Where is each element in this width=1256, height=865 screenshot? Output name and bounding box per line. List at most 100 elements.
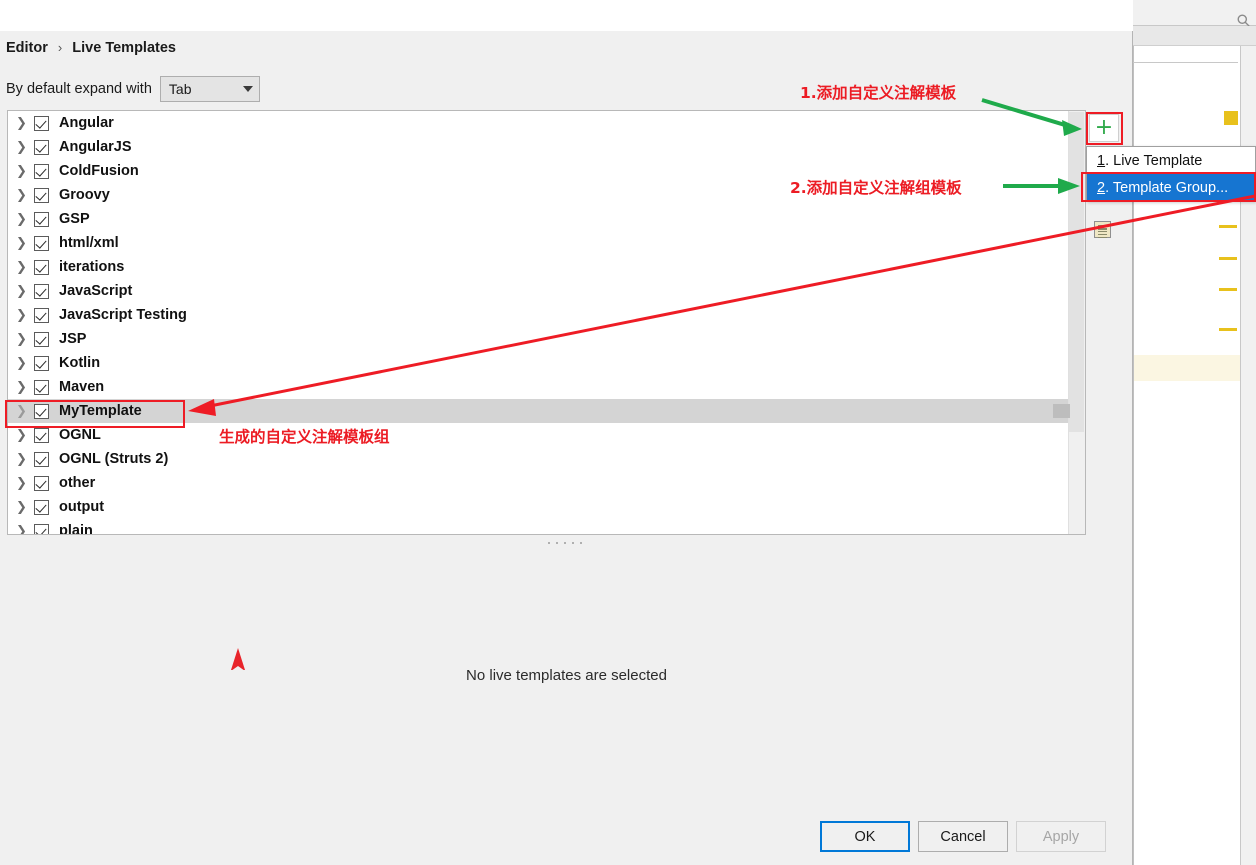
chevron-right-icon[interactable]: ❯	[16, 452, 34, 467]
tree-row-label: GSP	[59, 211, 90, 227]
tree-row-label: Maven	[59, 379, 105, 395]
tree-row[interactable]: ❯ Angular	[8, 111, 1068, 135]
tree-row-label: Angular	[59, 115, 114, 131]
live-templates-dialog: close-icon Editor › Live Templates By de…	[0, 0, 1133, 865]
ide-gutter-marker	[1219, 257, 1237, 260]
chevron-right-icon[interactable]: ❯	[16, 284, 34, 299]
tree-row-checkbox[interactable]	[34, 451, 49, 467]
tree-row-label: Groovy	[59, 187, 110, 203]
chevron-right-icon[interactable]: ❯	[16, 116, 34, 131]
apply-button: Apply	[1016, 821, 1106, 852]
ide-gutter-marker	[1219, 288, 1237, 291]
empty-state-message: No live templates are selected	[466, 667, 667, 684]
ide-gutter-marker	[1219, 328, 1237, 331]
tree-row-label: AngularJS	[59, 139, 132, 155]
ide-secondary-toolbar	[1133, 26, 1256, 46]
tree-row[interactable]: ❯ other	[8, 471, 1068, 495]
tree-row-label: JavaScript	[59, 283, 133, 299]
chevron-right-icon[interactable]: ❯	[16, 380, 34, 395]
chevron-right-icon[interactable]: ❯	[16, 428, 34, 443]
chevron-right-icon[interactable]: ❯	[16, 212, 34, 227]
tree-row-checkbox[interactable]	[34, 379, 49, 395]
chevron-right-icon[interactable]: ❯	[16, 188, 34, 203]
ide-editor-marker-square	[1224, 111, 1238, 125]
chevron-right-icon[interactable]: ❯	[16, 236, 34, 251]
tree-row-checkbox[interactable]	[34, 187, 49, 203]
tree-row-label: html/xml	[59, 235, 119, 251]
expand-with-value: Tab	[168, 81, 192, 97]
tree-row-label: Kotlin	[59, 355, 101, 371]
annotation-note-3: 生成的自定义注解模板组	[219, 428, 390, 446]
chevron-right-icon[interactable]: ❯	[16, 356, 34, 371]
breadcrumb-parent[interactable]: Editor	[6, 40, 48, 56]
chevron-right-icon[interactable]: ❯	[16, 476, 34, 491]
chevron-right-icon[interactable]: ❯	[16, 524, 34, 535]
tree-row-checkbox[interactable]	[34, 427, 49, 443]
tree-row[interactable]: ❯ html/xml	[8, 231, 1068, 255]
splitter-handle[interactable]	[548, 540, 582, 546]
ide-gutter-marker	[1219, 225, 1237, 228]
tree-row-label: JavaScript Testing	[59, 307, 187, 323]
tree-row-label: JSP	[59, 331, 87, 347]
menu-item-mnemonic: 1	[1097, 152, 1106, 169]
annotation-note-1: 1.添加自定义注解模板	[800, 84, 957, 102]
tree-row-checkbox[interactable]	[34, 523, 49, 534]
tree-row-checkbox[interactable]	[34, 475, 49, 491]
tree-row-label: OGNL	[59, 427, 101, 443]
tree-row-checkbox[interactable]	[34, 355, 49, 371]
menu-item-live-template[interactable]: 1. Live Template	[1087, 147, 1255, 174]
breadcrumb-current: Live Templates	[72, 40, 176, 56]
tree-row-checkbox[interactable]	[34, 235, 49, 251]
highlight-box-add-button	[1086, 112, 1123, 145]
tree-row-checkbox[interactable]	[34, 163, 49, 179]
tree-row-label: ColdFusion	[59, 163, 139, 179]
breadcrumb-separator: ›	[57, 40, 63, 55]
menu-item-label: . Live Template	[1105, 152, 1203, 169]
tree-row[interactable]: ❯ iterations	[8, 255, 1068, 279]
expand-with-row: By default expand with Tab	[6, 76, 260, 102]
red-up-arrow-notch	[231, 666, 245, 671]
close-icon[interactable]: close-icon	[1076, 0, 1122, 31]
tree-row[interactable]: ❯ OGNL (Struts 2)	[8, 447, 1068, 471]
tree-row[interactable]: ❯ JavaScript Testing	[8, 303, 1068, 327]
copy-icon[interactable]	[1094, 221, 1111, 238]
highlight-box-template-group-item	[1081, 172, 1256, 202]
template-group-tree[interactable]: ❯ Angular ❯ AngularJS ❯ ColdFusion ❯ Groovy ❯ GSP…	[7, 110, 1086, 535]
chevron-right-icon[interactable]: ❯	[16, 164, 34, 179]
ide-editor-highlight-line	[1134, 355, 1240, 381]
ok-button[interactable]: OK	[820, 821, 910, 852]
tree-row[interactable]: ❯ Kotlin	[8, 351, 1068, 375]
ide-editor-divider	[1133, 62, 1238, 63]
annotation-note-2: 2.添加自定义注解组模板	[790, 179, 962, 197]
tree-row-checkbox[interactable]	[34, 211, 49, 227]
tree-row-checkbox[interactable]	[34, 139, 49, 155]
tree-horizontal-scrollbar-thumb[interactable]	[1053, 404, 1070, 418]
tree-row-label: plain	[59, 523, 93, 535]
tree-row-checkbox[interactable]	[34, 307, 49, 323]
tree-vertical-scrollbar-thumb[interactable]	[1069, 112, 1084, 432]
tree-row[interactable]: ❯ JavaScript	[8, 279, 1068, 303]
tree-row[interactable]: ❯ JSP	[8, 327, 1068, 351]
breadcrumb: Editor › Live Templates	[6, 40, 176, 56]
tree-row-checkbox[interactable]	[34, 499, 49, 515]
tree-row-checkbox[interactable]	[34, 115, 49, 131]
tree-row-label: iterations	[59, 259, 125, 275]
chevron-right-icon[interactable]: ❯	[16, 260, 34, 275]
chevron-right-icon[interactable]: ❯	[16, 332, 34, 347]
tree-row[interactable]: ❯ GSP	[8, 207, 1068, 231]
template-group-list: ❯ Angular ❯ AngularJS ❯ ColdFusion ❯ Groovy ❯ GSP…	[8, 111, 1068, 535]
tree-row-checkbox[interactable]	[34, 283, 49, 299]
cancel-button[interactable]: Cancel	[918, 821, 1008, 852]
chevron-right-icon[interactable]: ❯	[16, 140, 34, 155]
tree-row-checkbox[interactable]	[34, 259, 49, 275]
tree-row-label: other	[59, 475, 96, 491]
chevron-right-icon[interactable]: ❯	[16, 500, 34, 515]
expand-with-select[interactable]: Tab	[159, 76, 260, 102]
tree-row[interactable]: ❯ plain	[8, 519, 1068, 535]
tree-row[interactable]: ❯ AngularJS	[8, 135, 1068, 159]
chevron-right-icon[interactable]: ❯	[16, 308, 34, 323]
tree-row[interactable]: ❯ output	[8, 495, 1068, 519]
tree-row-checkbox[interactable]	[34, 331, 49, 347]
tree-row-label: OGNL (Struts 2)	[59, 451, 169, 467]
tree-row[interactable]: ❯ Maven	[8, 375, 1068, 399]
